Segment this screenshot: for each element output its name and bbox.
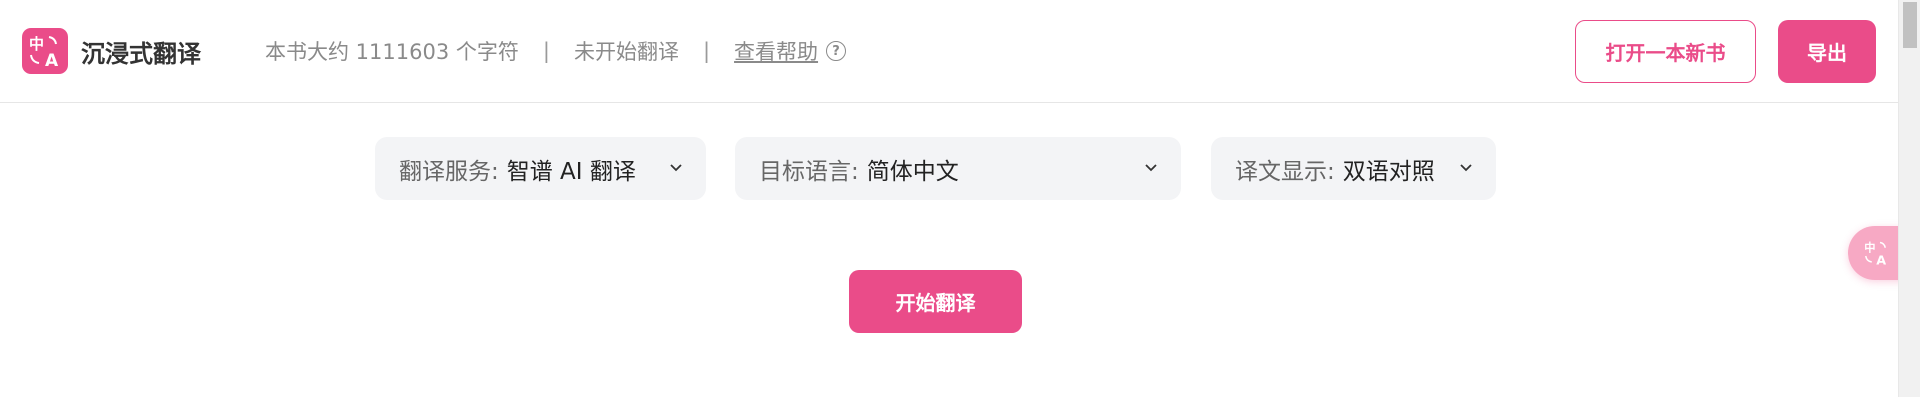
- start-translation-button[interactable]: 开始翻译: [849, 270, 1022, 333]
- char-count-text: 本书大约 1111603 个字符: [265, 40, 519, 64]
- target-language-select[interactable]: 目标语言: 简体中文: [735, 137, 1181, 200]
- open-new-book-button[interactable]: 打开一本新书: [1575, 20, 1756, 83]
- display-value: 双语对照: [1342, 158, 1435, 185]
- brand-name: 沉浸式翻译: [81, 39, 201, 68]
- chevron-down-icon: [1460, 164, 1472, 172]
- export-button[interactable]: 导出: [1778, 20, 1876, 83]
- translate-float-icon: 中 A: [1864, 241, 1886, 269]
- svg-text:A: A: [1876, 253, 1886, 268]
- separator: |: [542, 39, 550, 63]
- chevron-down-icon: [1145, 164, 1157, 172]
- help-link[interactable]: 查看帮助: [734, 36, 818, 66]
- translation-display-select[interactable]: 译文显示: 双语对照: [1211, 137, 1496, 200]
- brand[interactable]: 中 A 沉浸式翻译: [22, 28, 201, 74]
- book-info-bar: 本书大约 1111603 个字符 | 未开始翻译 | 查看帮助 ?: [265, 36, 847, 66]
- top-bar: 中 A 沉浸式翻译 本书大约 1111603 个字符 | 未开始翻译 | 查看帮…: [0, 0, 1898, 103]
- scrollbar-thumb[interactable]: [1903, 2, 1917, 48]
- chevron-down-icon: [670, 164, 682, 172]
- vertical-scrollbar[interactable]: [1898, 0, 1920, 397]
- question-circle-icon[interactable]: ?: [826, 41, 847, 61]
- separator: |: [702, 39, 711, 63]
- translation-service-select[interactable]: 翻译服务: 智谱 AI 翻译: [375, 137, 706, 200]
- svg-text:中: 中: [1864, 241, 1875, 255]
- svg-text:A: A: [45, 51, 59, 71]
- language-value: 简体中文: [866, 158, 959, 185]
- svg-text:中: 中: [29, 35, 44, 53]
- language-label: 目标语言:: [759, 158, 859, 185]
- service-value: 智谱 AI 翻译: [506, 158, 636, 185]
- page: 中 A 沉浸式翻译 本书大约 1111603 个字符 | 未开始翻译 | 查看帮…: [0, 0, 1920, 397]
- display-label: 译文显示:: [1235, 158, 1335, 185]
- immersive-translate-logo-icon: 中 A: [22, 28, 68, 74]
- service-label: 翻译服务:: [399, 158, 499, 185]
- translation-status: 未开始翻译: [573, 40, 679, 64]
